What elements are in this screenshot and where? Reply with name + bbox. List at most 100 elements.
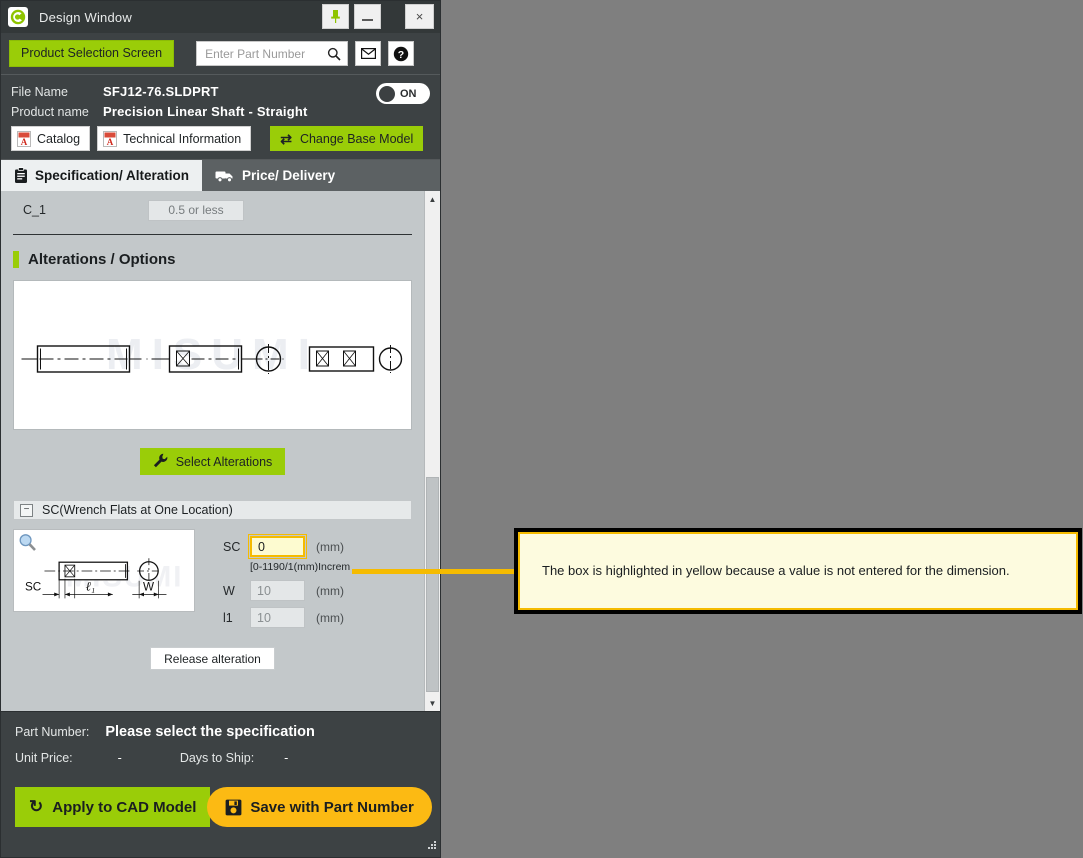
tab-specification-alteration[interactable]: Specification/ Alteration bbox=[1, 160, 203, 191]
specification-content: C_1 0.5 or less Alterations / Options MI… bbox=[1, 191, 440, 711]
window-controls: × bbox=[317, 4, 434, 29]
c1-value-field[interactable]: 0.5 or less bbox=[148, 199, 244, 221]
technical-information-label: Technical Information bbox=[123, 131, 242, 146]
part-number-row: Part Number: Please select the specifica… bbox=[15, 724, 426, 740]
catalog-label: Catalog bbox=[37, 131, 81, 146]
annotation-callout: The box is highlighted in yellow because… bbox=[514, 528, 1082, 614]
toolbar: Product Selection Screen ? bbox=[1, 33, 440, 75]
window-title: Design Window bbox=[39, 9, 132, 25]
unit-price-value: - bbox=[117, 751, 122, 765]
alteration-drawing-preview: MISUMI bbox=[13, 280, 412, 430]
pdf-icon: A bbox=[17, 130, 31, 147]
close-button[interactable]: × bbox=[405, 4, 434, 29]
truck-icon bbox=[215, 169, 235, 183]
part-number-label: Part Number: bbox=[15, 725, 90, 739]
callout-leader-line bbox=[352, 569, 518, 574]
field-row-l1: l1 10 (mm) bbox=[223, 604, 412, 631]
collapse-toggle-icon[interactable]: − bbox=[20, 503, 33, 517]
product-name-label: Product name bbox=[11, 105, 89, 119]
sc-value-input[interactable]: 0 bbox=[248, 534, 307, 559]
file-name-value: SFJ12-76.SLDPRT bbox=[103, 84, 219, 99]
svg-text:ℓ₁: ℓ₁ bbox=[85, 580, 95, 594]
toggle-knob bbox=[379, 85, 395, 102]
field-row-sc: SC 0 (mm) bbox=[223, 533, 412, 560]
technical-information-button[interactable]: A Technical Information bbox=[97, 126, 252, 151]
search-input[interactable] bbox=[203, 45, 328, 62]
price-ship-row: Unit Price: - Days to Ship: - bbox=[15, 751, 426, 765]
unit-price-label: Unit Price: bbox=[15, 751, 73, 765]
c1-label: C_1 bbox=[23, 203, 46, 217]
close-icon: × bbox=[415, 9, 424, 24]
tab-price-delivery[interactable]: Price/ Delivery bbox=[202, 160, 348, 191]
title-bar: Design Window × bbox=[1, 1, 440, 33]
alterations-section-title: Alterations / Options bbox=[28, 251, 176, 268]
file-name-label: File Name bbox=[11, 85, 68, 99]
scroll-down-arrow[interactable]: ▼ bbox=[425, 695, 440, 711]
section-accent-bar bbox=[13, 251, 19, 268]
days-to-ship-value: - bbox=[284, 751, 289, 765]
footer-buttons: ↻ Apply to CAD Model Save with Part Numb… bbox=[15, 787, 432, 827]
pin-button[interactable] bbox=[322, 4, 349, 29]
scrollbar-thumb[interactable] bbox=[426, 477, 439, 692]
sc-unit-label: (mm) bbox=[316, 539, 344, 554]
part-number-value: Please select the specification bbox=[105, 724, 315, 740]
svg-text:SC: SC bbox=[25, 581, 41, 594]
days-to-ship-label: Days to Ship: bbox=[179, 751, 255, 765]
w-field-label: W bbox=[223, 583, 235, 598]
product-name-row: Product name Precision Linear Shaft - St… bbox=[11, 104, 430, 119]
select-alterations-wrapper: Select Alterations bbox=[13, 448, 412, 475]
refresh-icon: ↻ bbox=[29, 797, 44, 816]
help-button[interactable]: ? bbox=[388, 41, 415, 66]
l1-unit-label: (mm) bbox=[316, 610, 344, 625]
release-alteration-button[interactable]: Release alteration bbox=[150, 647, 275, 670]
swap-arrows-icon: ⇄ bbox=[280, 130, 292, 147]
select-alterations-button[interactable]: Select Alterations bbox=[139, 448, 286, 475]
minimize-button[interactable] bbox=[354, 4, 381, 29]
svg-text:?: ? bbox=[398, 49, 404, 61]
mail-button[interactable] bbox=[355, 41, 382, 66]
l1-value-input[interactable]: 10 bbox=[250, 607, 305, 628]
product-selection-screen-button[interactable]: Product Selection Screen bbox=[9, 40, 175, 67]
tab-specification-label: Specification/ Alteration bbox=[35, 168, 190, 183]
sc-field-label: SC bbox=[223, 539, 241, 554]
sc-fields: SC 0 (mm) [0-1190/1(mm)Increm W 10 (mm) … bbox=[223, 529, 412, 631]
save-with-part-number-button[interactable]: Save with Part Number bbox=[207, 787, 432, 827]
help-icon: ? bbox=[393, 46, 409, 61]
select-alterations-label: Select Alterations bbox=[175, 454, 273, 469]
content-scrollbar[interactable]: ▲ ▼ bbox=[424, 191, 440, 711]
field-row-w: W 10 (mm) bbox=[223, 577, 412, 604]
app-logo-icon bbox=[8, 7, 28, 27]
wrench-icon bbox=[153, 453, 168, 471]
resize-grip[interactable] bbox=[425, 837, 437, 855]
w-unit-label: (mm) bbox=[316, 583, 344, 598]
section-divider bbox=[13, 234, 412, 235]
content-inner: C_1 0.5 or less Alterations / Options MI… bbox=[1, 191, 424, 711]
search-icon bbox=[327, 47, 341, 61]
change-base-model-button[interactable]: ⇄ Change Base Model bbox=[270, 126, 424, 151]
w-value-input[interactable]: 10 bbox=[250, 580, 305, 601]
on-off-toggle[interactable]: ON bbox=[376, 83, 430, 104]
scroll-up-arrow[interactable]: ▲ bbox=[425, 191, 440, 207]
mail-icon bbox=[360, 48, 376, 59]
tab-price-delivery-label: Price/ Delivery bbox=[242, 168, 336, 183]
product-name-value: Precision Linear Shaft - Straight bbox=[103, 104, 308, 119]
sc-thumbnail[interactable]: MISUMI bbox=[13, 529, 195, 612]
toggle-state-label: ON bbox=[400, 87, 417, 100]
svg-text:W: W bbox=[143, 581, 154, 594]
change-base-model-label: Change Base Model bbox=[299, 131, 414, 146]
catalog-button[interactable]: A Catalog bbox=[11, 126, 91, 151]
svg-text:A: A bbox=[21, 137, 28, 147]
document-buttons: A Catalog A Technical Information ⇄ Chan… bbox=[11, 126, 430, 151]
annotation-callout-text: The box is highlighted in yellow because… bbox=[542, 563, 1010, 579]
minimize-icon bbox=[362, 19, 373, 21]
apply-to-cad-model-button[interactable]: ↻ Apply to CAD Model bbox=[15, 787, 211, 827]
apply-to-cad-model-label: Apply to CAD Model bbox=[52, 798, 197, 816]
sc-group-header[interactable]: − SC(Wrench Flats at One Location) bbox=[13, 500, 412, 520]
clipboard-icon bbox=[14, 167, 28, 184]
save-disk-icon bbox=[225, 799, 242, 816]
pin-icon bbox=[331, 10, 340, 23]
search-field-wrapper[interactable] bbox=[196, 41, 349, 66]
l1-field-label: l1 bbox=[223, 610, 233, 625]
release-alteration-wrapper: Release alteration bbox=[13, 647, 412, 670]
file-name-row: File Name SFJ12-76.SLDPRT bbox=[11, 84, 430, 99]
